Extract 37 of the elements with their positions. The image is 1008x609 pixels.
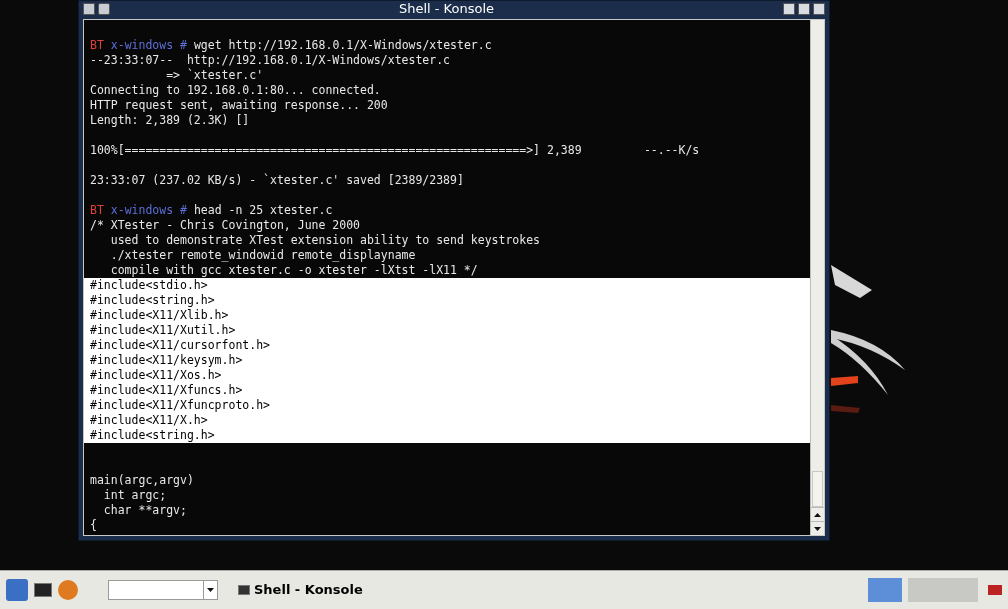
terminal-line: /* XTester - Chris Covington, June 2000 (89, 218, 362, 233)
window-title: Shell - Konsole (397, 1, 496, 16)
close-button[interactable] (813, 2, 825, 15)
task-button[interactable]: Shell - Konsole (234, 578, 367, 602)
caret-icon (203, 581, 217, 599)
command-text: wget http://192.168.0.1/X-Windows/xtester.c (193, 38, 492, 52)
maximize-button[interactable] (798, 2, 810, 15)
terminal-line: compile with gcc xtester.c -o xtester -lXtst -lX11 */ (109, 263, 479, 278)
prompt-host: BT (90, 203, 104, 217)
terminal-line: 23:33:07 (237.02 KB/s) - `xtester.c' saved [2389/2389] (89, 173, 465, 188)
terminal-line: { (89, 518, 98, 533)
terminal-icon[interactable] (34, 583, 52, 597)
monitor-icon[interactable] (83, 2, 95, 15)
terminal-line: Connecting to 192.168.0.1:80... connected. (89, 83, 382, 98)
prompt-symbol: # (180, 203, 187, 217)
terminal-icon (238, 585, 250, 595)
down-arrow-icon (814, 526, 821, 531)
scrollbar[interactable] (810, 20, 824, 535)
terminal-line: char **argv; (102, 503, 188, 518)
terminal-line: 100%[==========================================================>] 2,389 --.--K/s (89, 143, 701, 158)
prompt-symbol: # (180, 38, 187, 52)
terminal-line: used to demonstrate XTest extension ability to send keystrokes (109, 233, 542, 248)
terminal-line: => `xtester.c' (165, 68, 265, 83)
minimize-button[interactable] (783, 2, 795, 15)
prompt-directory: x-windows (110, 38, 174, 52)
prompt-host: BT (90, 38, 104, 52)
terminal-line: ./xtester remote_windowid remote_displayname (109, 248, 417, 263)
up-arrow-icon (814, 512, 821, 517)
terminal-line: main(argc,argv) (89, 473, 195, 488)
prompt-directory: x-windows (110, 203, 174, 217)
terminal-line: int argc; (102, 488, 168, 503)
terminal-line: Length: 2,389 (2.3K) [] (89, 113, 251, 128)
terminal-line: HTTP request sent, awaiting response... 200 (89, 98, 389, 113)
scroll-thumb[interactable] (812, 471, 823, 507)
terminal-line: --23:33:07-- http://192.168.0.1/X-Windows/xtester.c (89, 53, 452, 68)
command-text: head -n 25 xtester.c (193, 203, 333, 217)
desktop-dropdown[interactable] (108, 580, 218, 600)
